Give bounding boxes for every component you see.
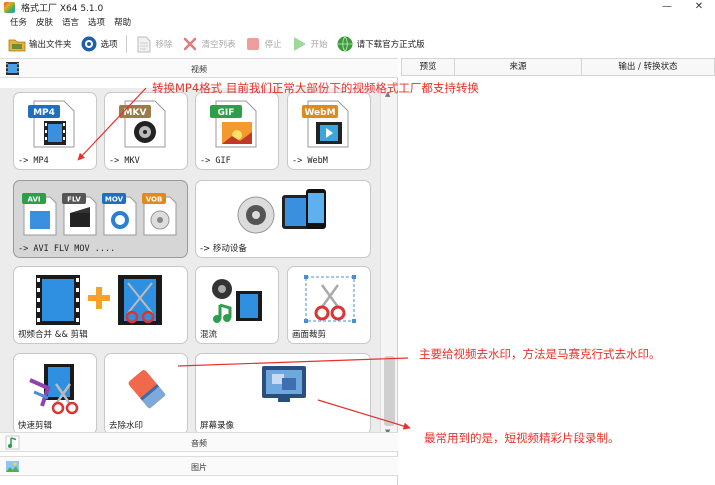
mp4-badge-text: MP4 <box>33 108 55 118</box>
tile-mp4[interactable]: MP4 -> MP4 <box>13 92 97 170</box>
window-title: 格式工厂 X64 5.1.0 <box>21 3 104 14</box>
tile-remove-watermark[interactable]: 去除水印 <box>104 353 188 435</box>
tile-join-cut[interactable]: 视频合并 && 剪辑 <box>13 266 188 344</box>
task-list-panel: 预览 来源 输出 / 转换状态 <box>401 58 715 485</box>
video-tool-grid: MP4 -> MP4 MKV -> MKV GIF -> GIF WebM ->… <box>0 88 380 440</box>
quick-clip-icon <box>28 362 86 419</box>
menu-options[interactable]: 选项 <box>88 16 105 28</box>
output-folder-button[interactable]: 输出文件夹 <box>8 33 72 55</box>
tile-mix-label: 混流 <box>200 330 218 340</box>
clear-list-button[interactable]: 清空列表 <box>181 33 236 55</box>
tile-mkv-label: -> MKV <box>109 156 140 166</box>
gif-badge-text: GIF <box>218 108 235 118</box>
toolbar: 输出文件夹 选项 移除 清空列表 停止 开始 请下载官方正式版 <box>0 31 715 57</box>
remove-button[interactable]: 移除 <box>135 33 173 55</box>
mp4-file-icon: MP4 <box>28 99 80 152</box>
mkv-badge-text: MKV <box>124 108 147 118</box>
tile-mobile-label: -> 移动设备 <box>200 244 247 254</box>
download-official-button[interactable]: 请下载官方正式版 <box>336 33 425 55</box>
stop-button[interactable]: 停止 <box>244 33 282 55</box>
flv-badge-text: FLV <box>67 196 81 204</box>
app-logo-icon <box>4 1 15 13</box>
window-controls: — ✕ <box>651 0 715 14</box>
tile-mp4-label: -> MP4 <box>18 156 49 166</box>
multi-format-icons: AVI FLV MOV VOB <box>22 191 182 242</box>
tile-gif-label: -> GIF <box>200 156 231 166</box>
column-preview[interactable]: 预览 <box>401 58 455 76</box>
tile-screen-record[interactable]: 屏幕录像 <box>195 353 371 435</box>
output-folder-label: 输出文件夹 <box>29 40 72 50</box>
tile-join-cut-label: 视频合并 && 剪辑 <box>18 330 88 340</box>
title-bar: 格式工厂 X64 5.1.0 — ✕ <box>0 0 715 14</box>
start-button[interactable]: 开始 <box>290 33 328 55</box>
menu-skin[interactable]: 皮肤 <box>36 16 53 28</box>
annotation-watermark: 主要给视频去水印，方法是马赛克行式去水印。 <box>419 347 661 361</box>
stop-icon <box>244 35 262 53</box>
tile-crop-label: 画面裁剪 <box>292 330 327 340</box>
join-cut-icon <box>36 273 166 330</box>
mobile-device-icon <box>234 187 334 240</box>
tile-mkv[interactable]: MKV -> MKV <box>104 92 188 170</box>
tile-gif[interactable]: GIF -> GIF <box>195 92 279 170</box>
scroll-thumb[interactable] <box>384 356 395 426</box>
left-scrollbar[interactable]: ▲ ▼ <box>380 88 397 440</box>
options-icon <box>80 35 98 53</box>
menu-language[interactable]: 语言 <box>62 16 79 28</box>
tile-mobile[interactable]: -> 移动设备 <box>195 180 371 258</box>
section-audio[interactable]: 音频 <box>0 432 398 452</box>
tile-avi-flv-mov-label: -> AVI FLV MOV .... <box>18 244 116 254</box>
webm-badge-text: WebM <box>304 108 335 118</box>
tile-webm[interactable]: WebM -> WebM <box>287 92 371 170</box>
section-audio-title: 音频 <box>191 439 207 448</box>
annotation-mp4: 转换MP4格式 目前我们正常大部份下的视频格式工厂都支持转换 <box>152 81 479 95</box>
remove-doc-icon <box>135 35 153 53</box>
webm-file-icon: WebM <box>302 99 354 152</box>
annotation-record: 最常用到的是，短视频精彩片段录制。 <box>424 431 620 445</box>
section-image[interactable]: 图片 <box>0 456 398 476</box>
remove-label: 移除 <box>155 40 173 50</box>
tile-webm-label: -> WebM <box>292 156 328 166</box>
section-video-title: 视频 <box>191 65 207 74</box>
tile-remove-watermark-label: 去除水印 <box>109 421 144 431</box>
stop-label: 停止 <box>264 40 282 50</box>
tile-crop[interactable]: 画面裁剪 <box>287 266 371 344</box>
download-official-label: 请下载官方正式版 <box>356 40 425 50</box>
menu-task[interactable]: 任务 <box>10 16 27 28</box>
tile-mix[interactable]: 混流 <box>195 266 279 344</box>
mkv-file-icon: MKV <box>119 99 171 152</box>
clear-x-icon <box>181 35 199 53</box>
tile-quick-clip-label: 快速剪辑 <box>18 421 53 431</box>
globe-download-icon <box>336 35 354 53</box>
vob-badge-text: VOB <box>146 196 163 204</box>
options-label: 选项 <box>100 40 118 50</box>
eraser-icon <box>125 362 173 415</box>
crop-icon <box>302 273 358 330</box>
tile-screen-record-label: 屏幕录像 <box>200 421 235 431</box>
section-video[interactable]: 视频 <box>0 58 398 78</box>
close-button[interactable]: ✕ <box>683 0 715 14</box>
column-output-status[interactable]: 输出 / 转换状态 <box>581 58 715 76</box>
screen-record-icon <box>260 364 308 409</box>
mov-badge-text: MOV <box>105 196 124 204</box>
start-label: 开始 <box>310 40 328 50</box>
mix-icon <box>210 273 266 330</box>
folder-icon <box>8 35 26 53</box>
options-button[interactable]: 选项 <box>80 33 118 55</box>
minimize-button[interactable]: — <box>651 0 683 14</box>
toolbar-separator <box>125 35 127 53</box>
tile-quick-clip[interactable]: 快速剪辑 <box>13 353 97 435</box>
section-image-title: 图片 <box>191 463 207 472</box>
tile-avi-flv-mov[interactable]: AVI FLV MOV VOB -> AVI FLV MOV .... <box>13 180 188 258</box>
menu-bar: 任务 皮肤 语言 选项 帮助 <box>0 15 140 29</box>
avi-badge-text: AVI <box>28 196 41 204</box>
clear-list-label: 清空列表 <box>201 40 236 50</box>
menu-help[interactable]: 帮助 <box>114 16 131 28</box>
gif-file-icon: GIF <box>210 99 262 152</box>
column-source[interactable]: 来源 <box>454 58 582 76</box>
play-icon <box>290 35 308 53</box>
